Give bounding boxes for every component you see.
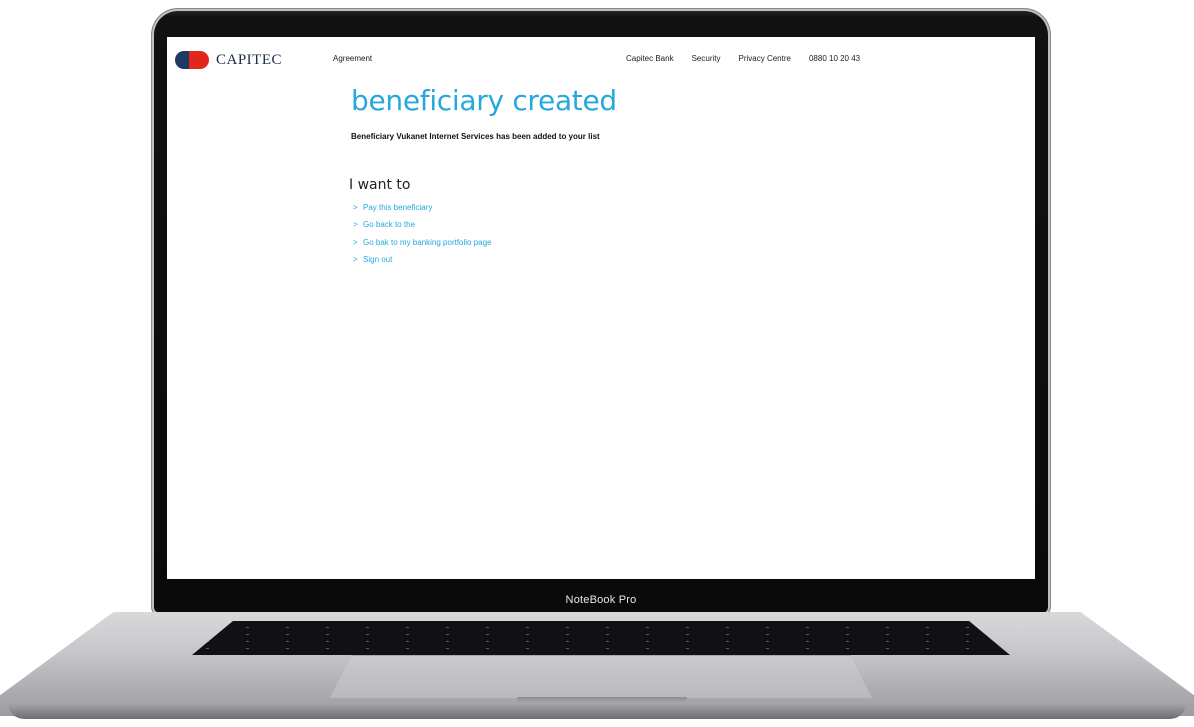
device-label: NoteBook Pro bbox=[565, 594, 637, 606]
chevron-right-icon: > bbox=[353, 220, 358, 230]
confirmation-message: Beneficiary Vukanet Internet Services ha… bbox=[351, 132, 600, 141]
section-title: I want to bbox=[349, 177, 411, 193]
link-sign-out[interactable]: > Sign out bbox=[353, 251, 492, 268]
link-banking-portfolio[interactable]: > Go bak to my banking portfolio page bbox=[353, 234, 492, 251]
top-nav: Capitec Bank Security Privacy Centre 088… bbox=[626, 54, 860, 63]
logo-text: CAPITEC bbox=[216, 51, 283, 68]
capitec-logo-icon bbox=[175, 51, 209, 69]
laptop-base-edge bbox=[8, 703, 1186, 719]
trackpad bbox=[330, 655, 872, 698]
link-go-back[interactable]: > Go back to the bbox=[353, 216, 492, 233]
chevron-right-icon: > bbox=[353, 237, 358, 247]
nav-security[interactable]: Security bbox=[692, 54, 721, 63]
link-label: Go bak to my banking portfolio page bbox=[363, 237, 492, 247]
action-links: > Pay this beneficiary > Go back to the … bbox=[353, 199, 492, 268]
link-label: Go back to the bbox=[363, 220, 416, 230]
link-pay-beneficiary[interactable]: > Pay this beneficiary bbox=[353, 199, 492, 216]
screen: CAPITEC Agreement Capitec Bank Security … bbox=[167, 37, 1035, 579]
nav-agreement[interactable]: Agreement bbox=[333, 54, 372, 63]
capitec-logo[interactable]: CAPITEC bbox=[175, 51, 282, 69]
nav-phone[interactable]: 0880 10 20 43 bbox=[809, 54, 860, 63]
keyboard bbox=[192, 621, 1010, 655]
nav-capitec-bank[interactable]: Capitec Bank bbox=[626, 54, 674, 63]
link-label: Sign out bbox=[363, 255, 393, 265]
chevron-right-icon: > bbox=[353, 255, 358, 265]
link-label: Pay this beneficiary bbox=[363, 203, 433, 213]
chevron-right-icon: > bbox=[353, 203, 358, 213]
page-title: beneficiary created bbox=[351, 84, 617, 117]
nav-privacy-centre[interactable]: Privacy Centre bbox=[739, 54, 791, 63]
